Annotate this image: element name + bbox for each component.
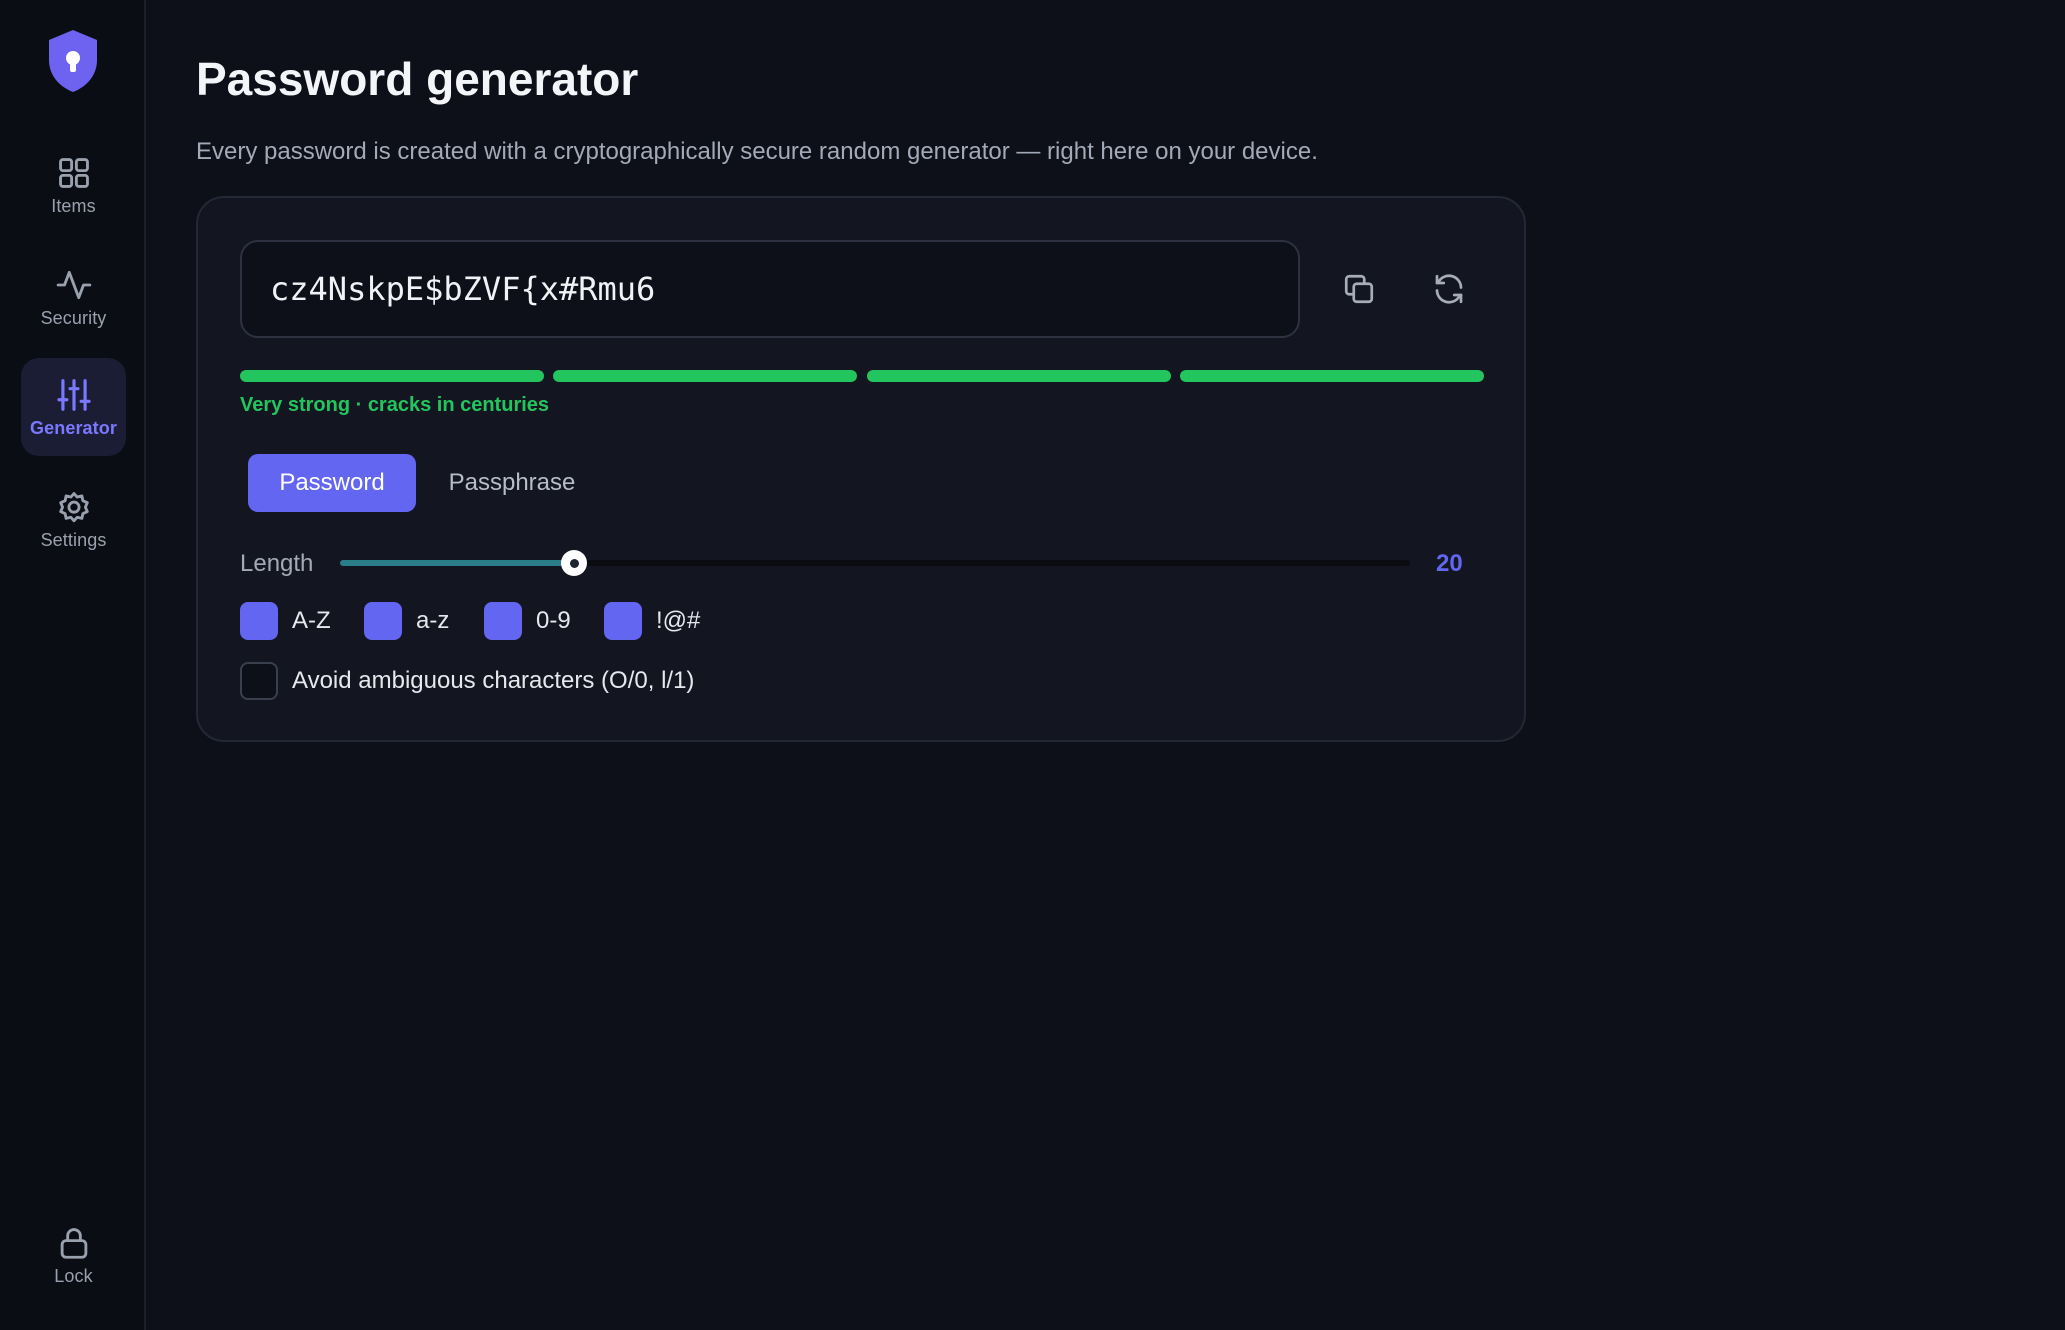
shield-keyhole-icon xyxy=(45,28,101,94)
regenerate-button[interactable] xyxy=(1420,260,1478,318)
strength-segment xyxy=(1180,370,1484,382)
page-subtitle: Every password is created with a cryptog… xyxy=(196,138,1318,165)
checkbox-label: a-z xyxy=(416,607,450,634)
grid-icon xyxy=(58,157,89,188)
gear-icon xyxy=(58,491,89,522)
tab-passphrase[interactable]: Passphrase xyxy=(442,454,582,512)
checkbox-box[interactable] xyxy=(484,602,522,640)
sidebar-item-settings[interactable]: Settings xyxy=(21,470,126,568)
avoid-ambiguous-checkbox[interactable]: Avoid ambiguous characters (O/0, l/1) xyxy=(240,662,694,700)
uppercase-checkbox[interactable]: A-Z xyxy=(240,602,331,640)
app-window: Items Security Generator Settings Lock P… xyxy=(0,0,2065,1330)
refresh-icon xyxy=(1435,274,1463,304)
sidebar-item-generator[interactable]: Generator xyxy=(21,358,126,456)
length-slider-fill xyxy=(340,560,575,566)
length-slider-handle[interactable] xyxy=(561,550,588,576)
length-label: Length xyxy=(240,550,314,577)
strength-segment xyxy=(867,370,1171,382)
activity-icon xyxy=(56,270,91,299)
sliders-icon xyxy=(56,378,91,411)
sidebar-item-label: Security xyxy=(40,307,107,328)
copy-button[interactable] xyxy=(1330,260,1388,318)
digits-checkbox[interactable]: 0-9 xyxy=(484,602,571,640)
checkbox-label: !@# xyxy=(656,607,701,634)
sidebar-item-items[interactable]: Items xyxy=(21,136,126,234)
lock-button[interactable]: Lock xyxy=(21,1206,126,1304)
generated-password-field[interactable]: cz4NskpE$bZVF{x#Rmu6 xyxy=(240,240,1300,338)
length-slider[interactable] xyxy=(340,550,1410,576)
page-title: Password generator xyxy=(196,53,639,105)
checkbox-box[interactable] xyxy=(604,602,642,640)
generator-card: cz4NskpE$bZVF{x#Rmu6 Very strong · crack… xyxy=(196,196,1526,742)
sidebar-item-label: Items xyxy=(51,195,96,216)
lock-label: Lock xyxy=(54,1265,93,1286)
symbols-checkbox[interactable]: !@# xyxy=(604,602,700,640)
tab-password[interactable]: Password xyxy=(248,454,416,512)
checkbox-box[interactable] xyxy=(240,602,278,640)
sidebar-item-security[interactable]: Security xyxy=(21,248,126,346)
strength-label: Very strong · cracks in centuries xyxy=(240,394,550,416)
strength-segment xyxy=(240,370,544,382)
checkbox-label: A-Z xyxy=(292,607,331,634)
strength-segment xyxy=(553,370,857,382)
sidebar-item-label: Settings xyxy=(40,529,107,550)
sidebar: Items Security Generator Settings Lock xyxy=(0,0,146,1330)
checkbox-label: 0-9 xyxy=(536,607,571,634)
strength-meter xyxy=(240,370,1484,382)
checkbox-label: Avoid ambiguous characters (O/0, l/1) xyxy=(292,667,695,694)
lowercase-checkbox[interactable]: a-z xyxy=(364,602,449,640)
checkbox-box[interactable] xyxy=(240,662,278,700)
copy-icon xyxy=(1344,274,1374,304)
checkbox-box[interactable] xyxy=(364,602,402,640)
lock-icon xyxy=(60,1227,87,1259)
sidebar-item-label: Generator xyxy=(30,417,117,438)
length-value: 20 xyxy=(1436,550,1463,577)
